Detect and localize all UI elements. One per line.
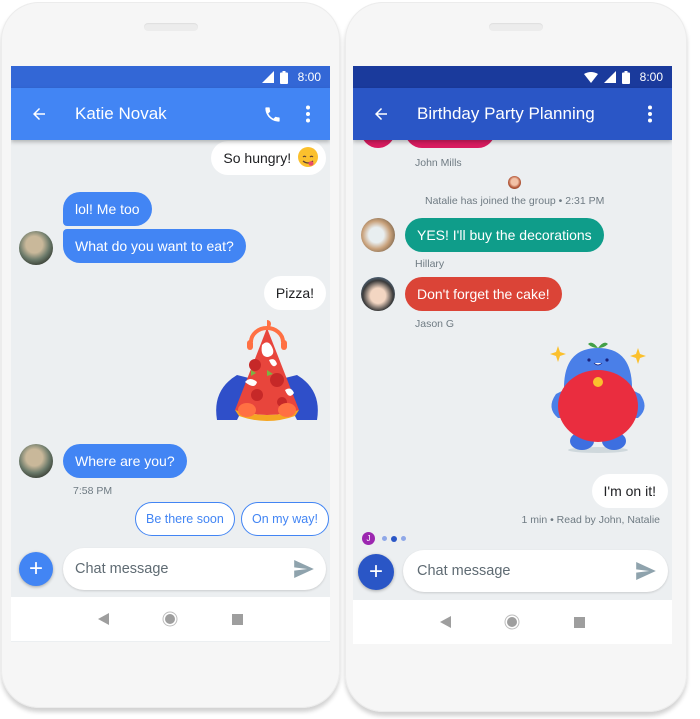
status-time: 8:00: [297, 70, 321, 84]
app-bar: Katie Novak: [11, 88, 330, 140]
message-outgoing[interactable]: So hungry!: [211, 141, 326, 175]
typing-dot: [391, 535, 397, 542]
typing-indicator: J: [362, 532, 406, 545]
avatar-jason[interactable]: [361, 277, 395, 311]
chat-screen-right: 8:00 Birthday Party Planning John Mills …: [353, 66, 672, 644]
signal-icon: [603, 71, 616, 83]
message-outgoing[interactable]: Pizza!: [263, 276, 326, 310]
message-incoming[interactable]: Where are you?: [63, 444, 187, 478]
avatar-natalie: [508, 176, 521, 189]
blue-creature-sticker[interactable]: [538, 338, 658, 454]
send-icon[interactable]: [636, 562, 656, 580]
add-attachment-button[interactable]: +: [19, 552, 53, 586]
chat-input-placeholder: Chat message: [75, 561, 169, 577]
message-list: So hungry! lol! Me too What do you want …: [11, 140, 330, 642]
sender-name: Jason G: [415, 318, 455, 330]
signal-icon: [261, 71, 274, 83]
back-button[interactable]: [357, 88, 405, 140]
smart-reply-be-there-soon[interactable]: Be there soon: [135, 502, 235, 536]
smart-reply-on-my-way[interactable]: On my way!: [241, 502, 329, 536]
composer: + Chat message: [11, 547, 330, 591]
arrow-back-icon: [33, 108, 45, 120]
message-incoming[interactable]: Don't forget the cake!: [405, 277, 562, 311]
message-text: What do you want to eat?: [75, 238, 234, 254]
yum-emoji-icon: [298, 147, 318, 168]
nav-back-icon[interactable]: [439, 616, 451, 628]
message-text: Where are you?: [75, 453, 175, 469]
message-text: So hungry!: [223, 150, 292, 166]
chat-input-placeholder: Chat message: [417, 563, 511, 579]
message-timestamp: 7:58 PM: [73, 485, 113, 497]
message-incoming[interactable]: YES! I'll buy the decorations: [405, 218, 604, 252]
speaker-grille: [489, 23, 543, 31]
send-icon[interactable]: [294, 560, 314, 578]
avatar-katie[interactable]: [19, 444, 53, 478]
battery-icon: [279, 70, 288, 84]
status-bar: 8:00: [353, 66, 672, 88]
message-text: Pizza!: [275, 285, 314, 301]
nav-recents-icon[interactable]: [574, 616, 586, 628]
chat-message-input[interactable]: Chat message: [403, 550, 668, 592]
status-time: 8:00: [639, 70, 663, 84]
back-button[interactable]: [15, 88, 63, 140]
nav-home-icon[interactable]: [504, 614, 520, 630]
typing-dot: [382, 536, 387, 541]
avatar-hillary[interactable]: [361, 218, 395, 252]
plus-icon: +: [28, 555, 43, 582]
nav-home-icon[interactable]: [162, 611, 178, 627]
sender-name: Hillary: [415, 258, 445, 270]
message-text: YES! I'll buy the decorations: [417, 227, 592, 243]
more-options-button[interactable]: [290, 88, 326, 140]
system-event: Natalie has joined the group • 2:31 PM: [425, 195, 605, 207]
message-outgoing[interactable]: I'm on it!: [591, 474, 668, 508]
phone-icon: [264, 106, 280, 122]
avatar-katie[interactable]: [19, 231, 53, 265]
conversation-title: Birthday Party Planning: [417, 104, 595, 123]
conversation-title: Katie Novak: [75, 104, 167, 123]
message-text: Don't forget the cake!: [417, 286, 550, 302]
status-bar: 8:00: [11, 66, 330, 88]
chat-message-input[interactable]: Chat message: [63, 548, 326, 590]
message-list: John Mills Natalie has joined the group …: [353, 114, 672, 644]
more-vert-icon: [648, 105, 652, 123]
typing-avatar: J: [362, 532, 375, 545]
app-bar: Birthday Party Planning: [353, 88, 672, 140]
battery-icon: [621, 70, 630, 84]
phone-left: 8:00 Katie Novak So hungry! lol! Me too …: [1, 2, 340, 708]
speaker-grille: [143, 23, 198, 31]
sender-name: John Mills: [415, 157, 462, 169]
nav-recents-icon[interactable]: [232, 613, 244, 625]
message-incoming[interactable]: What do you want to eat?: [63, 229, 246, 263]
arrow-back-icon: [375, 108, 387, 120]
system-nav-bar: [353, 600, 672, 644]
read-receipt: 1 min • Read by John, Natalie: [521, 514, 661, 526]
wifi-icon: [583, 71, 598, 83]
typing-dot: [401, 536, 406, 541]
message-text: lol! Me too: [75, 201, 140, 217]
more-options-button[interactable]: [632, 88, 668, 140]
pizza-sticker[interactable]: [207, 320, 327, 430]
add-attachment-button[interactable]: +: [358, 554, 394, 590]
more-vert-icon: [306, 105, 310, 123]
composer: + Chat message: [353, 549, 672, 593]
plus-icon: +: [368, 558, 383, 585]
chat-screen-left: 8:00 Katie Novak So hungry! lol! Me too …: [11, 66, 330, 642]
message-text: I'm on it!: [603, 483, 656, 499]
message-incoming[interactable]: lol! Me too: [63, 192, 152, 226]
call-button[interactable]: [254, 88, 290, 140]
phone-right: 8:00 Birthday Party Planning John Mills …: [345, 2, 687, 712]
nav-back-icon[interactable]: [97, 613, 109, 625]
system-nav-bar: [11, 597, 330, 641]
